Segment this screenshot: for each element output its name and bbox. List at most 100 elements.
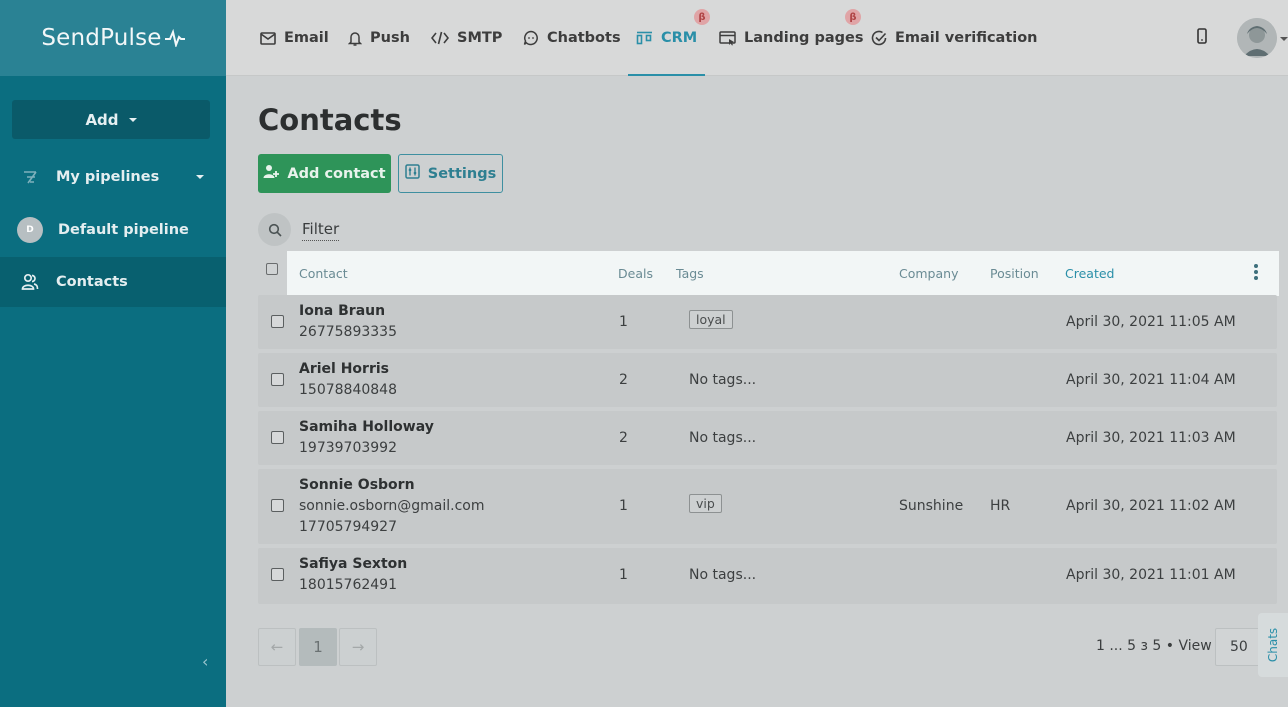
- sidebar-item-label: Contacts: [56, 274, 128, 290]
- add-contact-label: Add contact: [287, 165, 386, 182]
- contact-email: sonnie.osborn@gmail.com: [299, 498, 485, 514]
- contact-phone: 18015762491: [299, 577, 397, 593]
- chats-widget-tab[interactable]: Chats: [1258, 613, 1288, 677]
- sidebar-item-label: Default pipeline: [58, 222, 189, 238]
- nav-smtp[interactable]: SMTP: [431, 0, 502, 76]
- nav-crm[interactable]: CRM β: [627, 0, 710, 76]
- chevron-down-icon[interactable]: [1280, 37, 1288, 41]
- contact-name[interactable]: Iona Braun: [299, 303, 385, 319]
- column-header-created[interactable]: Created: [1065, 251, 1114, 296]
- nav-email-verification[interactable]: Email verification: [871, 0, 1038, 76]
- column-header-tags[interactable]: Tags: [676, 251, 704, 296]
- nav-push[interactable]: Push: [348, 0, 410, 76]
- deals-count: 2: [619, 430, 628, 446]
- check-circle-icon: [871, 30, 887, 46]
- sendpulse-logo[interactable]: SendPulse: [41, 25, 185, 51]
- no-tags-placeholder[interactable]: No tags...: [689, 372, 756, 388]
- contact-phone: 19739703992: [299, 440, 397, 456]
- separator-dot: •: [1165, 638, 1179, 654]
- select-all-checkbox[interactable]: [266, 263, 278, 275]
- sliders-icon: [405, 164, 420, 183]
- position-value: HR: [990, 498, 1011, 514]
- collapse-sidebar-icon[interactable]: ‹: [202, 652, 208, 671]
- prev-page-button[interactable]: ←: [258, 628, 296, 666]
- nav-email[interactable]: Email: [260, 0, 329, 76]
- row-checkbox[interactable]: [271, 315, 284, 328]
- pulse-icon: [164, 29, 185, 47]
- nav-label: Email: [284, 30, 329, 46]
- created-date: April 30, 2021 11:05 AM: [1066, 314, 1236, 330]
- nav-label: CRM: [661, 30, 698, 46]
- sidebar-item-my-pipelines[interactable]: My pipelines: [0, 152, 226, 202]
- sidebar-item-contacts[interactable]: Contacts: [0, 257, 226, 307]
- user-avatar-icon: [1237, 18, 1277, 58]
- pipeline-icon: [20, 167, 40, 187]
- contact-name[interactable]: Ariel Horris: [299, 361, 389, 377]
- search-button[interactable]: [258, 213, 291, 246]
- column-menu-icon[interactable]: [1254, 264, 1258, 280]
- table-row[interactable]: Safiya Sexton 18015762491 1 No tags... A…: [258, 548, 1277, 604]
- nav-label: SMTP: [457, 30, 503, 46]
- contact-name[interactable]: Samiha Holloway: [299, 419, 434, 435]
- contact-phone: 26775893335: [299, 324, 397, 340]
- contact-phone: 15078840848: [299, 382, 397, 398]
- row-checkbox[interactable]: [271, 431, 284, 444]
- add-button-label: Add: [85, 110, 119, 129]
- table-row[interactable]: Iona Braun 26775893335 1 loyal April 30,…: [258, 295, 1277, 349]
- beta-badge: β: [845, 9, 861, 25]
- chevron-down-icon: [128, 117, 137, 122]
- nav-landing-pages[interactable]: Landing pages β: [719, 0, 863, 76]
- nav-label: Chatbots: [547, 30, 621, 46]
- settings-label: Settings: [427, 165, 497, 182]
- tag-badge: vip: [689, 494, 722, 513]
- table-header: Contact Deals Tags Company Position Crea…: [287, 251, 1279, 296]
- nav-chatbots[interactable]: Chatbots: [523, 0, 621, 76]
- column-header-position[interactable]: Position: [990, 251, 1039, 296]
- chat-icon: [523, 30, 539, 46]
- code-icon: [431, 31, 449, 45]
- deals-count: 1: [619, 498, 628, 514]
- contact-name[interactable]: Safiya Sexton: [299, 556, 407, 572]
- logo-area[interactable]: SendPulse: [0, 0, 226, 76]
- no-tags-placeholder[interactable]: No tags...: [689, 430, 756, 446]
- next-page-button[interactable]: →: [339, 628, 377, 666]
- column-header-contact[interactable]: Contact: [299, 251, 348, 296]
- no-tags-placeholder[interactable]: No tags...: [689, 567, 756, 583]
- column-header-company[interactable]: Company: [899, 251, 958, 296]
- envelope-icon: [260, 31, 276, 45]
- nav-label: Email verification: [895, 30, 1038, 46]
- contacts-icon: [20, 272, 40, 292]
- row-checkbox[interactable]: [271, 568, 284, 581]
- sidebar-item-default-pipeline[interactable]: D Default pipeline: [0, 205, 226, 255]
- tag-cell[interactable]: vip: [689, 494, 722, 513]
- beta-badge: β: [694, 9, 710, 25]
- row-checkbox[interactable]: [271, 499, 284, 512]
- table-row[interactable]: Samiha Holloway 19739703992 2 No tags...…: [258, 411, 1277, 465]
- page-range: 1 ... 5 з 5: [1096, 638, 1162, 654]
- row-checkbox[interactable]: [271, 373, 284, 386]
- mobile-app-icon[interactable]: [1197, 28, 1207, 48]
- deals-count: 1: [619, 567, 628, 583]
- add-user-icon: [263, 164, 280, 183]
- filter-toggle[interactable]: Filter: [302, 220, 340, 241]
- page-1-button[interactable]: 1: [299, 628, 337, 666]
- settings-button[interactable]: Settings: [398, 154, 503, 193]
- pipeline-avatar: D: [17, 217, 43, 243]
- nav-label: Push: [370, 30, 410, 46]
- logo-text: SendPulse: [41, 25, 162, 51]
- chevron-down-icon[interactable]: [196, 175, 204, 179]
- pagination-info: 1 ... 5 з 5 • View: [1096, 638, 1212, 654]
- contact-name[interactable]: Sonnie Osborn: [299, 477, 415, 493]
- add-contact-button[interactable]: Add contact: [258, 154, 391, 193]
- column-header-deals[interactable]: Deals: [618, 251, 653, 296]
- table-row[interactable]: Ariel Horris 15078840848 2 No tags... Ap…: [258, 353, 1277, 407]
- tag-cell[interactable]: loyal: [689, 310, 733, 329]
- view-label: View: [1178, 638, 1212, 654]
- tag-badge: loyal: [689, 310, 733, 329]
- contact-phone: 17705794927: [299, 519, 397, 535]
- add-button[interactable]: Add: [12, 100, 210, 139]
- user-avatar[interactable]: [1237, 18, 1277, 58]
- landing-icon: [719, 30, 736, 46]
- table-row[interactable]: Sonnie Osborn sonnie.osborn@gmail.com 17…: [258, 469, 1277, 544]
- sidebar: SendPulse Add My pipelines D Default pip…: [0, 0, 226, 707]
